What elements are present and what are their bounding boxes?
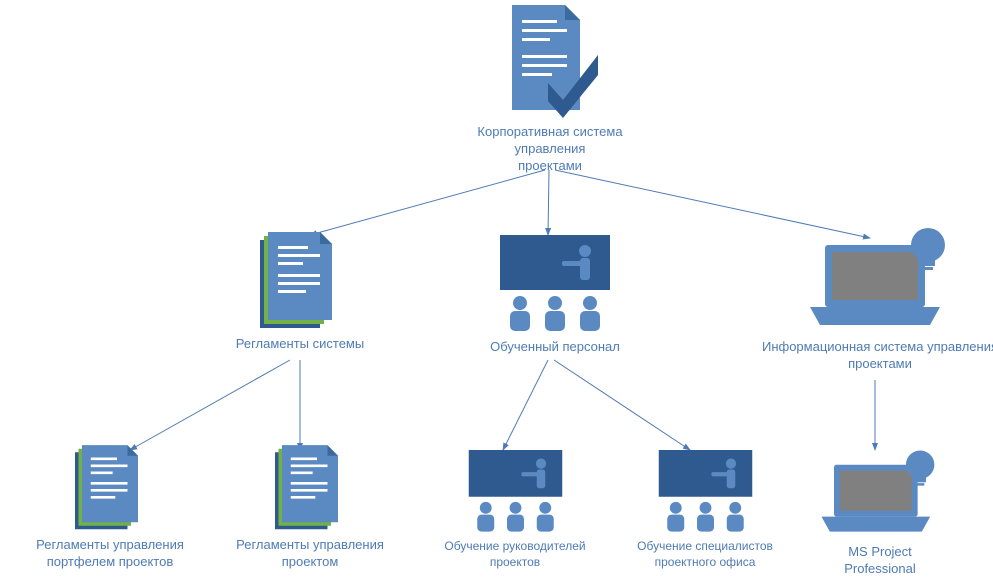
node-root-label: Корпоративная система управления проекта…	[460, 124, 640, 175]
node-personal-label: Обученный персонал	[490, 339, 620, 356]
node-msproject: MS Project Professional	[810, 448, 950, 578]
node-training-spec: Обучение специалистов проектного офиса	[625, 450, 785, 570]
node-regl-project: Регламенты управления проектом	[225, 445, 395, 571]
node-root: Корпоративная система управления проекта…	[460, 5, 640, 175]
document-check-icon	[500, 5, 600, 120]
laptop-idea-icon	[820, 448, 940, 540]
node-regl-portfolio-label: Регламенты управления портфелем проектов	[36, 537, 184, 571]
node-personal: Обученный персонал	[480, 235, 630, 356]
documents-stack-icon	[75, 445, 145, 533]
node-regl-portfolio: Регламенты управления портфелем проектов	[25, 445, 195, 571]
training-icon	[458, 450, 573, 535]
node-infosys: Информационная система управления проект…	[760, 225, 993, 373]
node-infosys-label: Информационная система управления проект…	[762, 339, 993, 373]
laptop-idea-icon	[810, 225, 950, 335]
training-icon	[648, 450, 763, 535]
node-reglamenty-label: Регламенты системы	[236, 336, 364, 353]
node-training-leaders: Обучение руководителей проектов	[435, 450, 595, 570]
node-training-leaders-label: Обучение руководителей проектов	[444, 539, 585, 570]
node-msproject-label: MS Project Professional	[844, 544, 916, 578]
documents-stack-icon	[275, 445, 345, 533]
documents-stack-icon	[260, 232, 340, 332]
training-icon	[490, 235, 620, 335]
node-training-spec-label: Обучение специалистов проектного офиса	[637, 539, 773, 570]
node-regl-project-label: Регламенты управления проектом	[236, 537, 384, 571]
node-reglamenty: Регламенты системы	[230, 232, 370, 353]
